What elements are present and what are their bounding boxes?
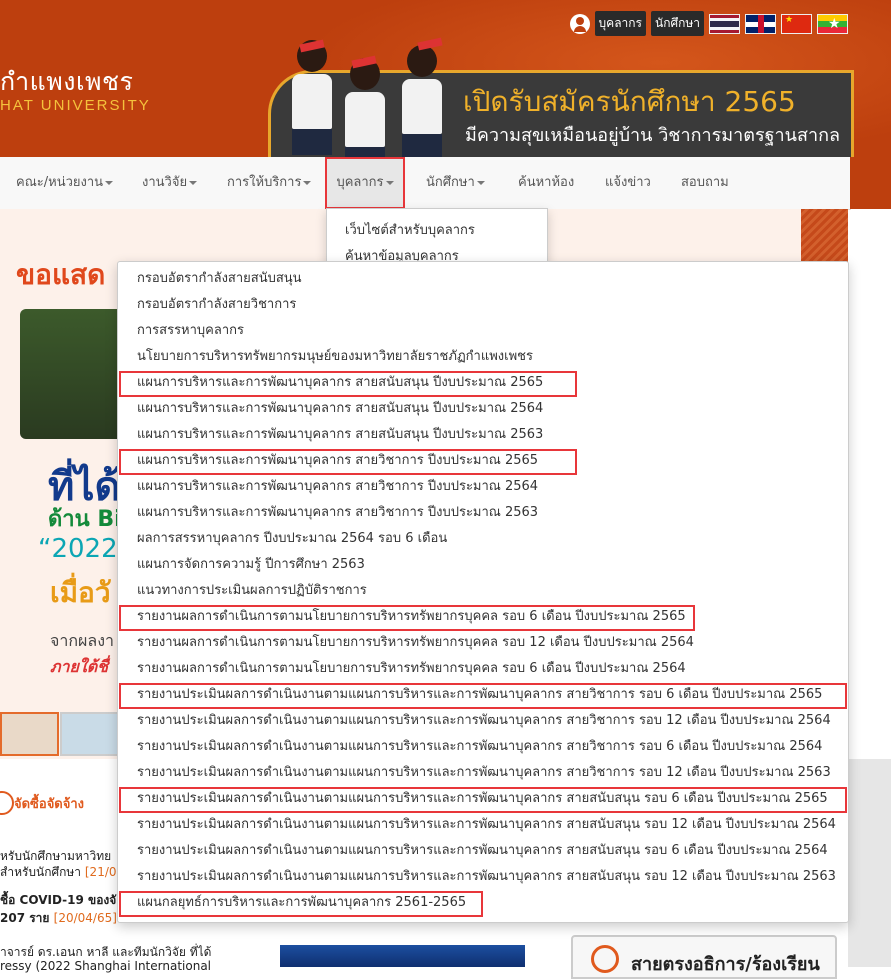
procurement-icon — [0, 791, 14, 815]
staff-nav-highlight — [325, 157, 405, 209]
caret-down-icon — [105, 180, 114, 185]
slide-thumbnail[interactable] — [0, 712, 59, 756]
nav-faculty[interactable]: คณะ/หน่วยงาน — [16, 157, 114, 209]
nav-services[interactable]: การให้บริการ — [227, 157, 312, 209]
highlight-box — [119, 449, 577, 475]
top-utility-bar: บุคลากร นักศึกษา — [569, 11, 848, 36]
slider-thumbnails — [0, 712, 120, 756]
news-date: [20/04/65] — [53, 911, 117, 925]
submenu-item[interactable]: กรอบอัตรากำลังสายวิชาการ — [137, 294, 296, 320]
submenu-item[interactable]: รายงานประเมินผลการดำเนินงานตามแผนการบริห… — [137, 736, 822, 762]
hr-submenu: กรอบอัตรากำลังสายสนับสนุน กรอบอัตรากำลังส… — [117, 261, 849, 923]
highlight-box — [119, 683, 847, 709]
highlight-box — [119, 371, 577, 397]
user-icon[interactable] — [569, 13, 590, 34]
china-flag-icon[interactable] — [781, 13, 812, 34]
submenu-item[interactable]: แนวทางการประเมินผลการปฏิบัติราชการ — [137, 580, 367, 606]
submenu-item[interactable]: กรอบอัตรากำลังสายสนับสนุน — [137, 268, 302, 294]
hero-date-text: เมื่อวั — [50, 576, 111, 609]
uk-flag-icon[interactable] — [745, 13, 776, 34]
staff-website-link[interactable]: เว็บไซต์สำหรับบุคลากร — [345, 219, 475, 240]
nav-announce[interactable]: แจ้งข่าว — [605, 157, 651, 209]
hero-detail-italic: ภายใต้ชื่ — [50, 657, 108, 676]
hero-photo — [20, 309, 130, 439]
submenu-item[interactable]: รายงานประเมินผลการดำเนินงานตามแผนการบริห… — [137, 814, 836, 840]
university-name-en[interactable]: HAT UNIVERSITY — [0, 97, 151, 114]
submenu-item[interactable]: รายงานประเมินผลการดำเนินงานตามแผนการบริห… — [137, 840, 828, 866]
slide-thumbnail[interactable] — [60, 712, 119, 756]
nav-inquiry[interactable]: สอบถาม — [681, 157, 729, 209]
nav-side-decoration — [850, 157, 891, 209]
nav-students[interactable]: นักศึกษา — [426, 157, 485, 209]
student-figure — [292, 40, 332, 155]
hero-title: ขอแสด — [16, 258, 106, 291]
news-item-cont[interactable]: สำหรับนักศึกษา [21/04 — [0, 863, 124, 882]
submenu-item[interactable]: ผลการสรรหาบุคลากร ปีงบประมาณ 2564 รอบ 6 … — [137, 528, 447, 554]
side-panel — [848, 759, 891, 967]
myanmar-flag-icon[interactable] — [817, 13, 848, 34]
nav-room-search[interactable]: ค้นหาห้อง — [518, 157, 574, 209]
hero-quote: “2022 — [38, 534, 118, 564]
highlight-box — [119, 787, 847, 813]
complaint-box[interactable]: สายตรงอธิการ/ร้องเรียน — [571, 935, 837, 979]
highlight-box — [119, 605, 695, 631]
banner-subtitle: มีความสุขเหมือนอยู่บ้าน วิชาการมาตรฐานสา… — [465, 125, 840, 146]
submenu-item[interactable]: รายงานประเมินผลการดำเนินงานตามแผนการบริห… — [137, 710, 831, 736]
highlight-box — [119, 891, 483, 917]
submenu-item[interactable]: แผนการบริหารและการพัฒนาบุคลากร สายสนับสน… — [137, 398, 543, 424]
thai-flag-icon[interactable] — [709, 13, 740, 34]
caret-down-icon — [303, 180, 312, 185]
submenu-item[interactable]: รายงานผลการดำเนินการตามนโยบายการบริหารทร… — [137, 632, 694, 658]
university-name[interactable]: กำแพงเพชร — [0, 62, 133, 102]
student-figure — [345, 58, 385, 157]
submenu-item[interactable]: แผนการบริหารและการพัฒนาบุคลากร สายวิชากา… — [137, 502, 538, 528]
student-link[interactable]: นักศึกษา — [651, 11, 704, 36]
complaint-icon — [591, 945, 619, 973]
news-item-cont[interactable]: ressy (2022 Shanghai International — [0, 959, 211, 973]
submenu-item[interactable]: แผนการบริหารและการพัฒนาบุคลากร สายสนับสน… — [137, 424, 543, 450]
staff-dropdown: เว็บไซต์สำหรับบุคลากร ค้นหาข้อมูลบุคลากร — [326, 208, 548, 266]
submenu-item[interactable]: รายงานประเมินผลการดำเนินงานตามแผนการบริห… — [137, 762, 831, 788]
main-navbar: คณะ/หน่วยงาน งานวิจัย การให้บริการ บุคลา… — [0, 157, 851, 210]
submenu-item[interactable]: รายงานประเมินผลการดำเนินงานตามแผนการบริห… — [137, 866, 836, 892]
complaint-label: สายตรงอธิการ/ร้องเรียน — [631, 954, 820, 975]
nav-research[interactable]: งานวิจัย — [142, 157, 198, 209]
site-header: กำแพงเพชร HAT UNIVERSITY เปิดรับสมัครนัก… — [0, 0, 891, 157]
banner-title: เปิดรับสมัครนักศึกษา 2565 — [463, 85, 796, 118]
caret-down-icon — [476, 180, 485, 185]
hero-subheadline: ด้าน Bi — [48, 507, 122, 532]
submenu-item[interactable]: รายงานผลการดำเนินการตามนโยบายการบริหารทร… — [137, 658, 686, 684]
news-image[interactable] — [280, 945, 525, 967]
submenu-item[interactable]: นโยบายการบริหารทรัพยากรมนุษย์ของมหาวิทยา… — [137, 346, 533, 372]
news-item-cont[interactable]: 207 ราย [20/04/65] — [0, 909, 117, 928]
student-figure — [402, 45, 442, 157]
hero-detail: จากผลงา — [50, 631, 115, 650]
procurement-heading[interactable]: จัดซื้อจัดจ้าง — [14, 793, 84, 814]
submenu-item[interactable]: แผนการบริหารและการพัฒนาบุคลากร สายวิชากา… — [137, 476, 538, 502]
news-item[interactable]: ชื้อ COVID-19 ของจั — [0, 891, 116, 910]
submenu-item[interactable]: แผนการจัดการความรู้ ปีการศึกษา 2563 — [137, 554, 365, 580]
staff-link[interactable]: บุคลากร — [594, 11, 646, 36]
caret-down-icon — [189, 180, 198, 185]
submenu-item[interactable]: การสรรหาบุคลากร — [137, 320, 244, 346]
